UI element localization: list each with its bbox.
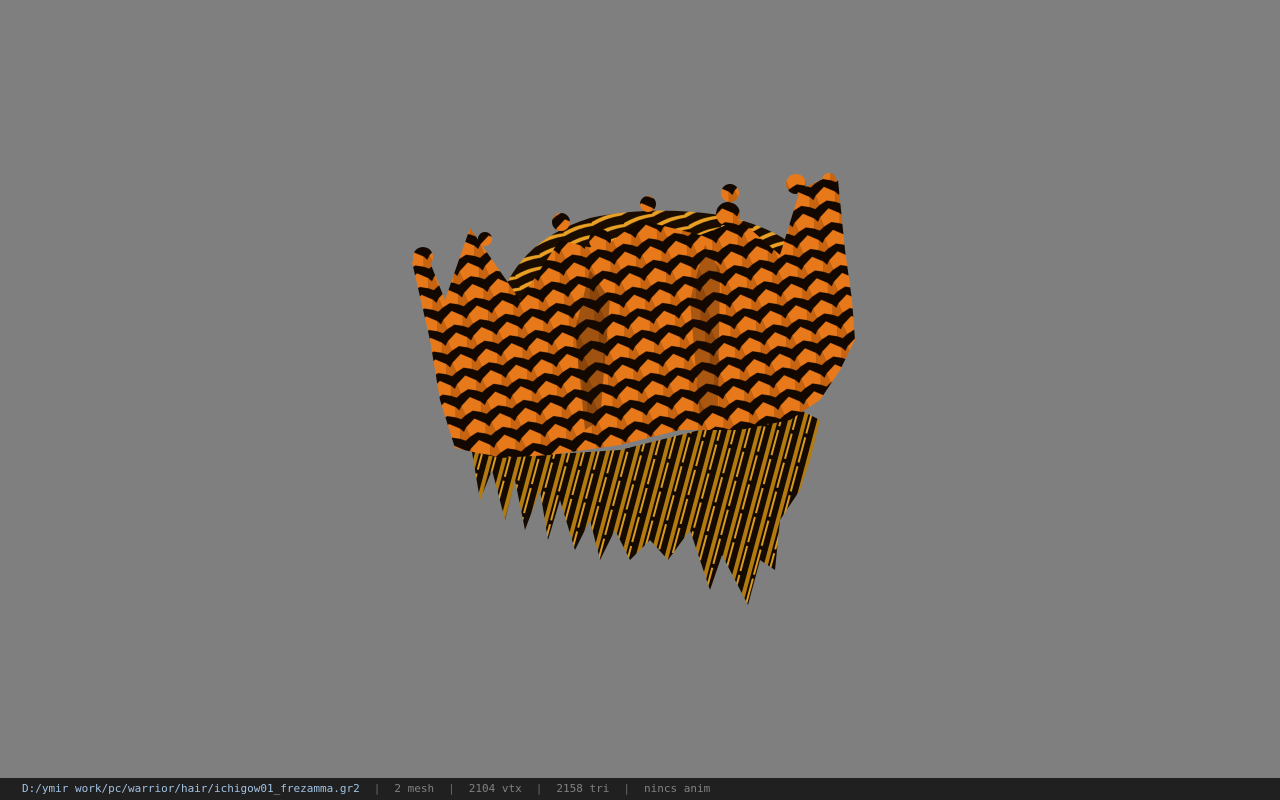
separator: | [535, 782, 543, 795]
status-bar: D:/ymir work/pc/warrior/hair/ichigow01_f… [0, 778, 1280, 800]
file-path: D:/ymir work/pc/warrior/hair/ichigow01_f… [22, 782, 360, 795]
3d-viewport[interactable] [0, 0, 1280, 778]
animation-status: nincs anim [643, 782, 711, 795]
mesh-count: 2 mesh [394, 782, 435, 795]
hair-crown-model [412, 173, 855, 605]
separator: | [373, 782, 381, 795]
triangle-count: 2158 tri [556, 782, 610, 795]
vertex-count: 2104 vtx [468, 782, 522, 795]
separator: | [448, 782, 455, 795]
separator: | [623, 782, 630, 795]
